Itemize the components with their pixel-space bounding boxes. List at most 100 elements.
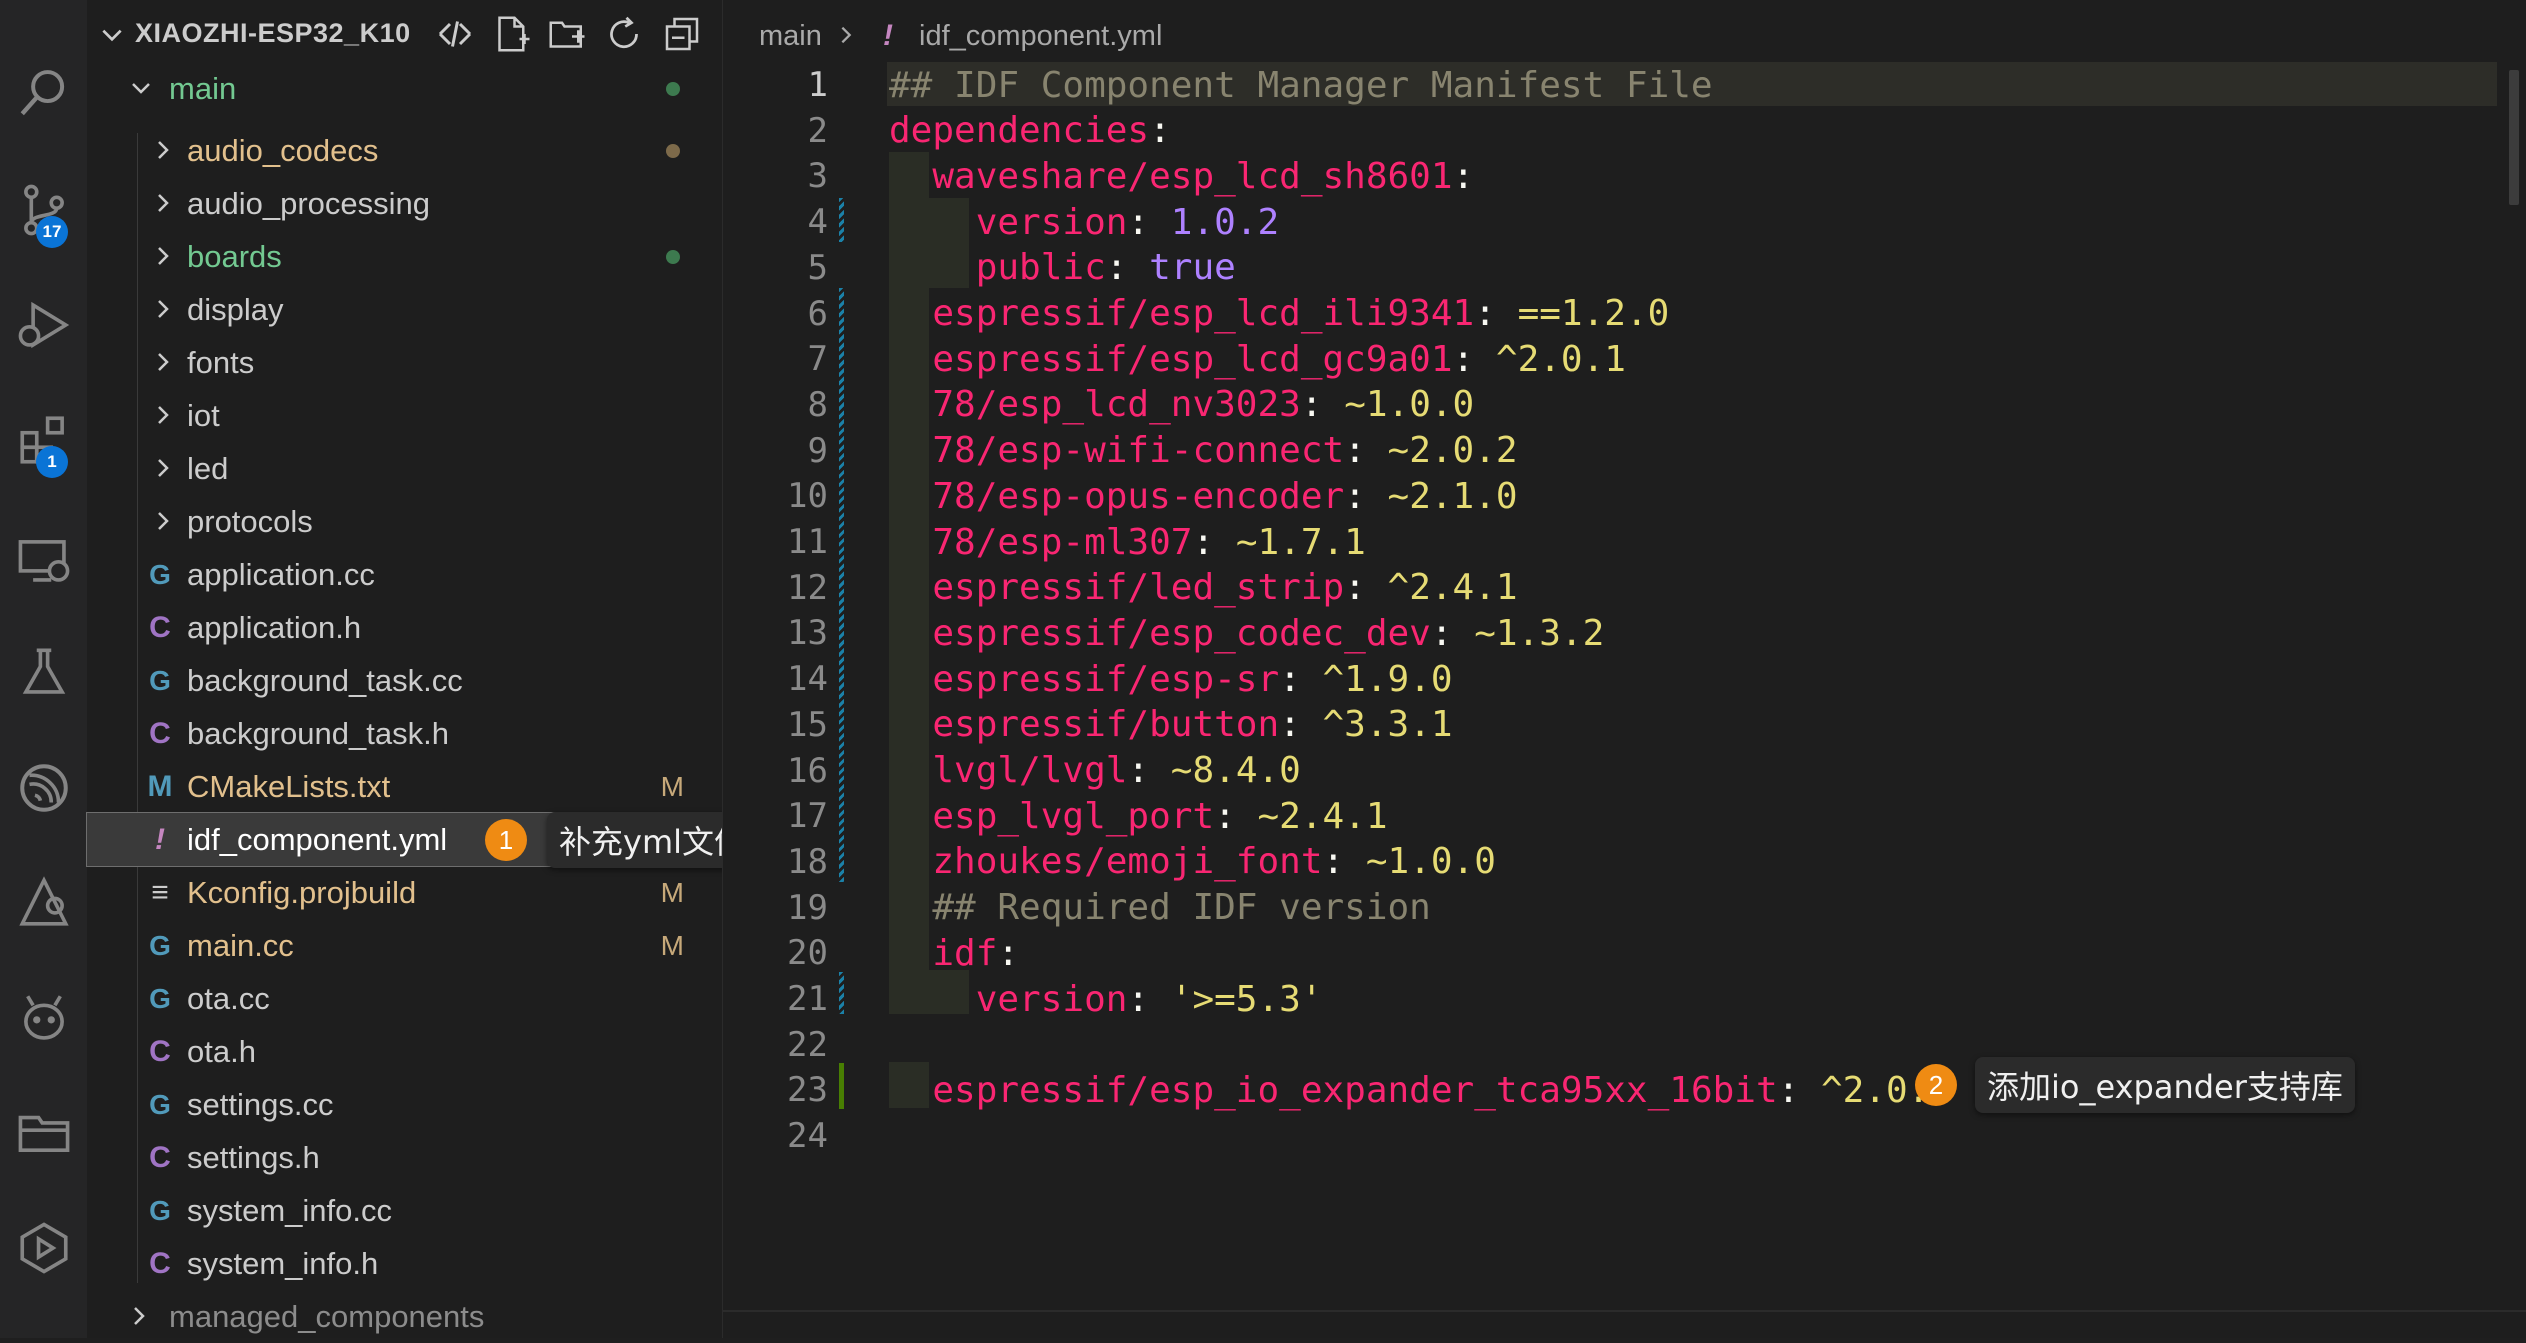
code-line[interactable]: 8 78/esp_lcd_nv3023: ~1.0.0 bbox=[723, 382, 2526, 428]
platformio-icon[interactable] bbox=[0, 978, 87, 1058]
collapse-all-icon[interactable] bbox=[662, 14, 702, 54]
git-status-dot bbox=[666, 249, 680, 264]
git-status-dot bbox=[666, 81, 680, 96]
code-line[interactable]: 24 bbox=[723, 1113, 2526, 1159]
chevron-down-icon[interactable] bbox=[99, 22, 125, 48]
c-header-file-icon: C bbox=[149, 716, 171, 750]
tree-item[interactable]: display bbox=[87, 283, 722, 336]
chevron-right-icon bbox=[158, 353, 169, 371]
code-line[interactable]: 9 78/esp-wifi-connect: ~2.0.2 bbox=[723, 428, 2526, 474]
tree-item-label: application.cc bbox=[187, 556, 375, 592]
tree-item-label: application.h bbox=[187, 609, 362, 645]
code-line[interactable]: 17 esp_lvgl_port: ~2.4.1 bbox=[723, 793, 2526, 839]
esp-idf-explorer-icon[interactable] bbox=[0, 862, 87, 942]
git-modified-badge: M bbox=[660, 770, 684, 802]
tree-item-label: Kconfig.projbuild bbox=[187, 874, 417, 910]
play-cube-icon[interactable] bbox=[0, 1208, 87, 1288]
code-line[interactable]: 16 lvgl/lvgl: ~8.4.0 bbox=[723, 748, 2526, 794]
testing-icon[interactable] bbox=[0, 632, 87, 712]
tree-item[interactable]: M CMakeLists.txt M bbox=[87, 760, 722, 813]
run-debug-icon[interactable] bbox=[0, 285, 87, 365]
breadcrumb-folder[interactable]: main bbox=[759, 20, 822, 53]
tree-item[interactable]: led bbox=[87, 442, 722, 495]
remote-explorer-icon[interactable] bbox=[0, 520, 87, 600]
tree-item[interactable]: boards bbox=[87, 230, 722, 283]
tree-item[interactable]: ≡ Kconfig.projbuild M bbox=[87, 866, 722, 919]
folder-icon[interactable] bbox=[0, 1092, 87, 1172]
panel-divider bbox=[723, 1310, 2526, 1312]
code-text: public: true bbox=[975, 247, 1236, 289]
line-number: 2 bbox=[807, 110, 828, 151]
line-number: 21 bbox=[787, 979, 828, 1019]
chevron-right-icon bbox=[158, 194, 169, 212]
tree-item[interactable]: Csystem_info.h bbox=[87, 1237, 722, 1290]
tree-item-label: audio_codecs bbox=[187, 132, 379, 168]
search-icon[interactable] bbox=[0, 52, 87, 132]
source-control-icon[interactable]: 17 bbox=[0, 170, 87, 250]
tree-item[interactable]: protocols bbox=[87, 495, 722, 548]
tree-item[interactable]: iot bbox=[87, 389, 722, 442]
chevron-right-icon bbox=[158, 141, 169, 159]
tree-item[interactable]: Gbackground_task.cc bbox=[87, 654, 722, 707]
code-text: ## IDF Component Manager Manifest File bbox=[889, 64, 1713, 106]
chevron-right-icon bbox=[841, 26, 852, 44]
code-line[interactable]: 10 78/esp-opus-encoder: ~2.1.0 bbox=[723, 473, 2526, 519]
code-line[interactable]: 2 dependencies: bbox=[723, 108, 2526, 154]
code-line[interactable]: 11 78/esp-ml307: ~1.7.1 bbox=[723, 519, 2526, 565]
git-modified-badge: M bbox=[660, 876, 684, 908]
new-folder-icon[interactable] bbox=[547, 14, 587, 54]
tree-item[interactable]: Gsystem_info.cc bbox=[87, 1184, 722, 1237]
code-line[interactable]: 3 waveshare/esp_lcd_sh8601: bbox=[723, 153, 2526, 199]
source-refactor-icon[interactable] bbox=[435, 14, 475, 54]
new-file-icon[interactable] bbox=[492, 14, 532, 54]
code-line[interactable]: 18 zhoukes/emoji_font: ~1.0.0 bbox=[723, 839, 2526, 885]
tree-item[interactable]: managed_components bbox=[87, 1290, 722, 1343]
chevron-right-icon bbox=[158, 300, 169, 318]
tree-item[interactable]: Gsettings.cc bbox=[87, 1078, 722, 1131]
breadcrumb-file[interactable]: idf_component.yml bbox=[919, 20, 1162, 53]
code-line[interactable]: 7 espressif/esp_lcd_gc9a01: ^2.0.1 bbox=[723, 336, 2526, 382]
tree-item[interactable]: audio_codecs bbox=[87, 124, 722, 177]
tree-item[interactable]: audio_processing bbox=[87, 177, 722, 230]
code-line[interactable]: 21 version: '>=5.3' bbox=[723, 976, 2526, 1022]
code-line[interactable]: 4 version: 1.0.2 bbox=[723, 199, 2526, 245]
code-line[interactable]: 12 espressif/led_strip: ^2.4.1 bbox=[723, 565, 2526, 611]
tree-item[interactable]: fonts bbox=[87, 336, 722, 389]
refresh-icon[interactable] bbox=[604, 14, 644, 54]
code-line[interactable]: 15 espressif/button: ^3.3.1 bbox=[723, 702, 2526, 748]
tree-item[interactable]: Cota.h bbox=[87, 1025, 722, 1078]
code-line[interactable]: 6 espressif/esp_lcd_ili9341: ==1.2.0 bbox=[723, 291, 2526, 337]
project-title[interactable]: XIAOZHI-ESP32_K10 bbox=[135, 18, 411, 49]
chevron-down-icon bbox=[132, 83, 150, 94]
code-line[interactable]: 1 ## IDF Component Manager Manifest File bbox=[723, 62, 2526, 108]
tree-item-label: ota.h bbox=[187, 1033, 256, 1069]
tree-item[interactable]: Cbackground_task.h bbox=[87, 707, 722, 760]
c-header-file-icon: C bbox=[149, 610, 171, 644]
tree-item[interactable]: Gmain.cc M bbox=[87, 919, 722, 972]
extensions-icon[interactable]: 1 bbox=[0, 400, 87, 480]
line-number: 10 bbox=[787, 476, 828, 517]
code-line[interactable]: 13 espressif/esp_codec_dev: ~1.3.2 bbox=[723, 610, 2526, 656]
tree-item[interactable]: Csettings.h bbox=[87, 1131, 722, 1184]
code-line[interactable]: 19 ## Required IDF version bbox=[723, 885, 2526, 931]
scrollbar-thumb[interactable] bbox=[2509, 70, 2519, 205]
tree-item-label: managed_components bbox=[169, 1298, 485, 1334]
espressif-icon[interactable] bbox=[0, 748, 87, 828]
tree-item[interactable]: Gapplication.cc bbox=[87, 548, 722, 601]
code-line[interactable]: 5 public: true bbox=[723, 245, 2526, 291]
code-text: espressif/esp_io_expander_tca95xx_16bit:… bbox=[932, 1069, 1952, 1111]
tree-item-label: led bbox=[187, 450, 229, 486]
tree-item-label: main bbox=[169, 70, 237, 106]
tree-item[interactable]: Gota.cc bbox=[87, 972, 722, 1025]
line-number: 5 bbox=[807, 247, 828, 288]
code-line[interactable]: 14 espressif/esp-sr: ^1.9.0 bbox=[723, 656, 2526, 702]
tree-item[interactable]: Capplication.h bbox=[87, 601, 722, 654]
chevron-right-icon bbox=[158, 406, 169, 424]
tree-item-label: protocols bbox=[187, 503, 313, 539]
yml-file-icon: ! bbox=[155, 822, 165, 856]
code-line[interactable]: 20 idf: bbox=[723, 930, 2526, 976]
tree-item[interactable]: main bbox=[87, 62, 722, 115]
line-number: 9 bbox=[807, 430, 828, 471]
tree-item-label: fonts bbox=[187, 344, 255, 380]
yml-file-icon: ! bbox=[883, 19, 893, 52]
